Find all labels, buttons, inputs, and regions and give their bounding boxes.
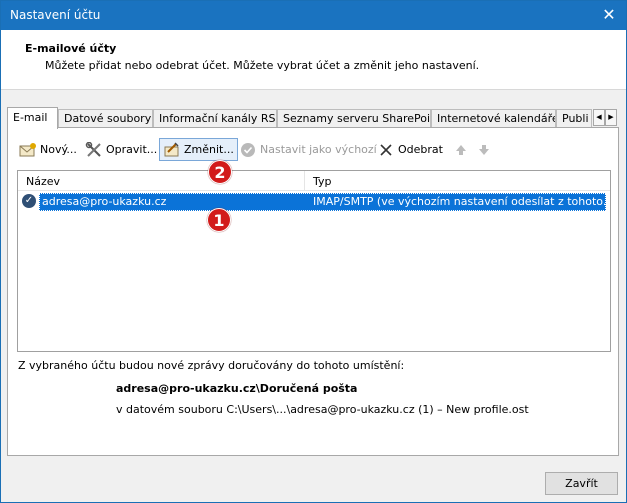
close-button[interactable]: Zavřít [545, 472, 618, 495]
tab-sharepoint-lists[interactable]: Seznamy serveru SharePoint [277, 109, 431, 128]
tab-published-calendars[interactable]: Publi [556, 109, 592, 128]
header-subtitle: Můžete přidat nebo odebrat účet. Můžete … [45, 59, 480, 72]
window-title: Nastavení účtu [10, 8, 101, 22]
tab-rss-feeds[interactable]: Informační kanály RSS [153, 109, 277, 128]
set-default-button[interactable]: Nastavit jako výchozí [236, 138, 380, 161]
set-default-button-label: Nastavit jako výchozí [260, 143, 377, 156]
tab-scroll-right-icon[interactable]: ▶ [605, 109, 617, 126]
marker-2: 2 [208, 160, 232, 184]
change-button[interactable]: Změnit... [159, 138, 238, 161]
move-up-button[interactable] [449, 138, 473, 161]
title-bar: Nastavení účtu ✕ [1, 1, 626, 30]
tools-icon [85, 141, 103, 159]
tab-email[interactable]: E-mail [7, 107, 58, 129]
header-title: E-mailové účty [25, 42, 117, 55]
toolbar: Nový... Opravit... Změnit... Nastavit ja… [8, 138, 618, 162]
marker-1: 1 [207, 208, 231, 232]
column-name[interactable]: Název [26, 175, 60, 188]
remove-button-label: Odebrat [398, 143, 443, 156]
envelope-icon [19, 141, 37, 159]
column-type[interactable]: Typ [313, 175, 332, 188]
default-account-check-icon: ✓ [22, 194, 36, 208]
change-button-label: Změnit... [184, 143, 234, 156]
column-separator[interactable] [304, 171, 305, 191]
tab-scroll-left-icon[interactable]: ◀ [593, 109, 605, 126]
new-button-label: Nový... [40, 143, 77, 156]
account-list: Název Typ ✓ adresa@pro-ukazku.cz IMAP/SM… [17, 170, 611, 352]
change-icon [163, 141, 181, 159]
move-down-button[interactable] [472, 138, 496, 161]
check-circle-icon [239, 141, 257, 159]
tab-data-files[interactable]: Datové soubory [58, 109, 153, 128]
close-icon[interactable]: ✕ [592, 1, 626, 30]
tab-internet-calendars[interactable]: Internetové kalendáře [431, 109, 556, 128]
repair-button[interactable]: Opravit... [82, 138, 160, 161]
remove-button[interactable]: Odebrat [374, 138, 446, 161]
tab-strip: E-mail Datové soubory Informační kanály … [7, 107, 619, 129]
delivery-path: adresa@pro-ukazku.cz\Doručená pošta [116, 382, 358, 395]
header: E-mailové účty Můžete přidat nebo odebra… [1, 30, 626, 90]
delivery-info: Z vybraného účtu budou nové zprávy doruč… [18, 359, 405, 372]
arrow-up-icon [452, 141, 470, 159]
account-name: adresa@pro-ukazku.cz [42, 195, 167, 208]
table-row[interactable]: ✓ adresa@pro-ukazku.cz IMAP/SMTP (ve výc… [20, 193, 608, 211]
account-type: IMAP/SMTP (ve výchozím nastavení odesíla… [313, 195, 605, 208]
delivery-file: v datovém souboru C:\Users\...\adresa@pr… [116, 403, 529, 416]
email-tab-panel: Nový... Opravit... Změnit... Nastavit ja… [7, 127, 619, 456]
account-settings-window: Nastavení účtu ✕ E-mailové účty Můžete p… [0, 0, 627, 503]
arrow-down-icon [475, 141, 493, 159]
list-header: Název Typ [18, 171, 610, 191]
repair-button-label: Opravit... [106, 143, 158, 156]
x-icon [377, 141, 395, 159]
new-button[interactable]: Nový... [16, 138, 80, 161]
